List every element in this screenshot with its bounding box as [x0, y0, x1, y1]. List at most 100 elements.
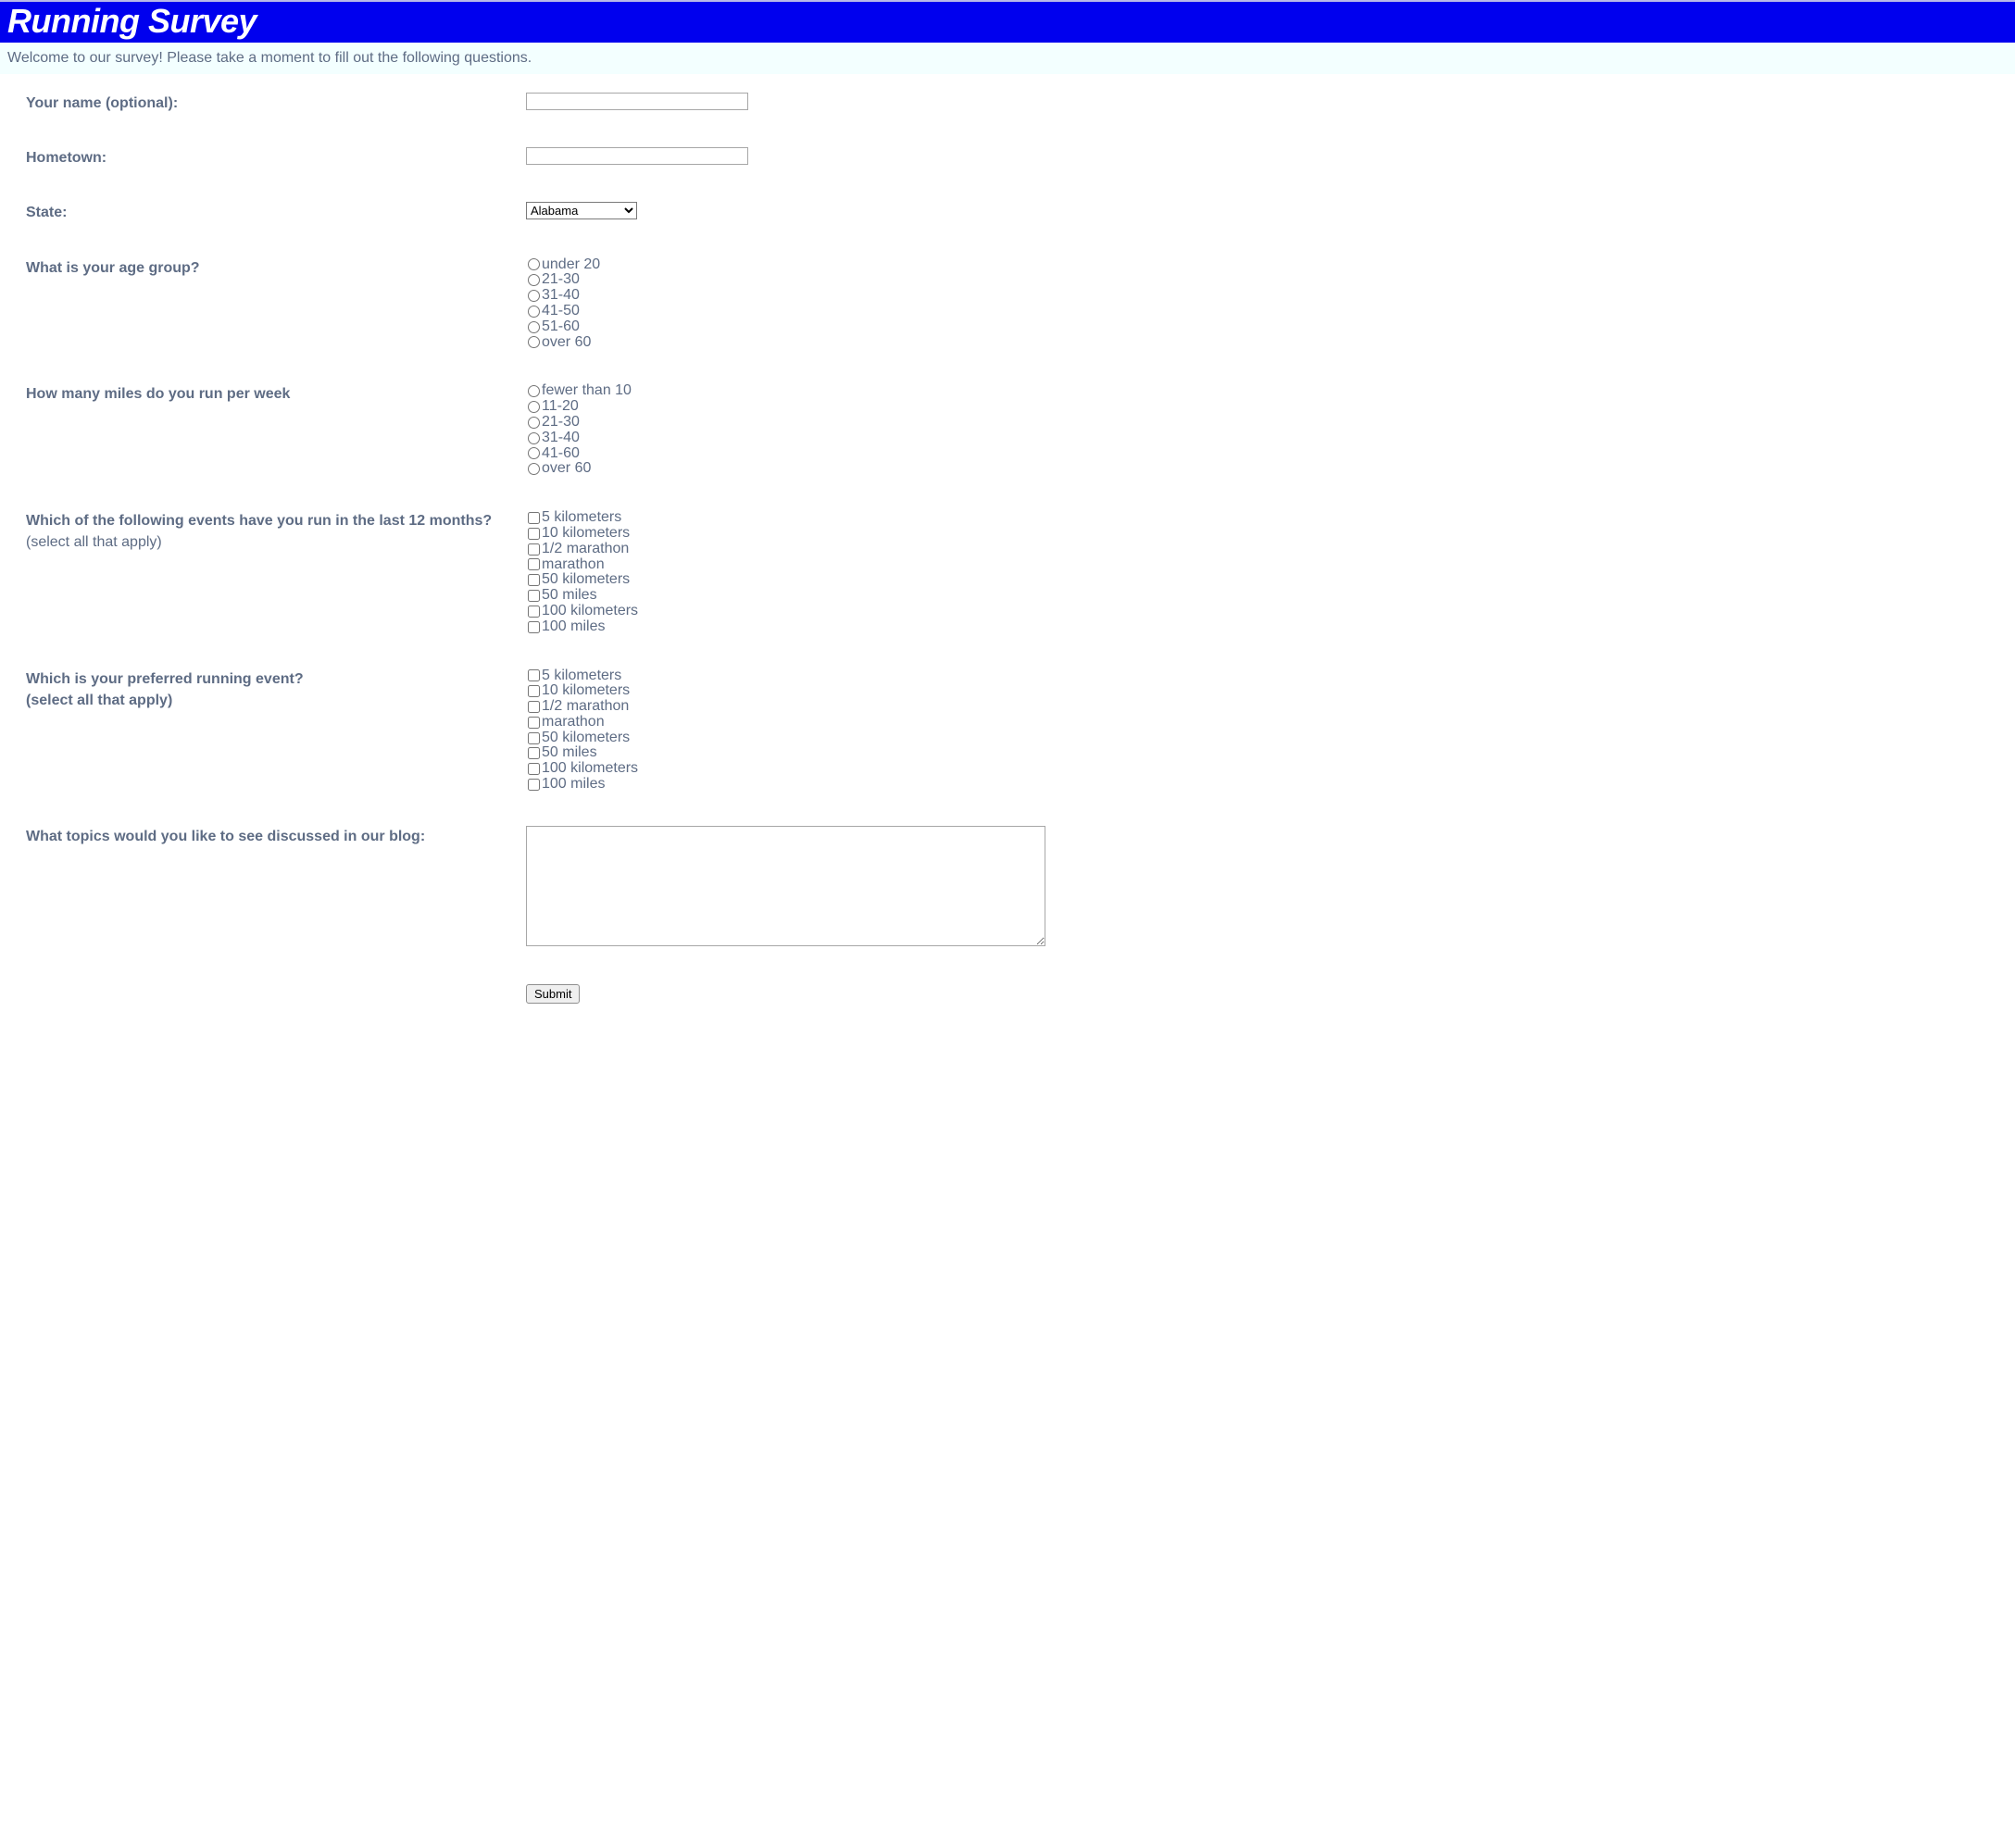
events-checkbox[interactable] — [528, 621, 540, 633]
preferred-options: 5 kilometers 10 kilometers 1/2 marathon … — [526, 668, 2006, 793]
age-radio[interactable] — [528, 274, 540, 286]
topics-label: What topics would you like to see discus… — [26, 826, 526, 847]
age-option[interactable]: under 20 — [526, 257, 2006, 273]
preferred-option-label: 50 kilometers — [542, 730, 630, 746]
age-radio[interactable] — [528, 290, 540, 302]
preferred-checkbox[interactable] — [528, 763, 540, 775]
preferred-option[interactable]: 100 miles — [526, 777, 2006, 793]
events-option-label: 50 kilometers — [542, 572, 630, 588]
preferred-option-label: 10 kilometers — [542, 683, 630, 699]
preferred-checkbox[interactable] — [528, 685, 540, 697]
row-submit: Submit — [26, 984, 2006, 1004]
miles-radio[interactable] — [528, 463, 540, 475]
events-option[interactable]: 50 miles — [526, 588, 2006, 604]
age-option-label: 21-30 — [542, 272, 580, 288]
name-input[interactable] — [526, 93, 748, 110]
age-radio[interactable] — [528, 336, 540, 348]
events-option[interactable]: 50 kilometers — [526, 572, 2006, 588]
age-radio[interactable] — [528, 321, 540, 333]
preferred-option-label: 50 miles — [542, 745, 597, 761]
preferred-checkbox[interactable] — [528, 747, 540, 759]
row-name: Your name (optional): — [26, 93, 2006, 114]
preferred-option[interactable]: marathon — [526, 715, 2006, 730]
events-label: Which of the following events have you r… — [26, 510, 526, 553]
events-checkbox[interactable] — [528, 574, 540, 586]
preferred-option[interactable]: 10 kilometers — [526, 683, 2006, 699]
miles-radio[interactable] — [528, 432, 540, 444]
preferred-option[interactable]: 50 miles — [526, 745, 2006, 761]
miles-option[interactable]: 21-30 — [526, 415, 2006, 431]
preferred-option[interactable]: 100 kilometers — [526, 761, 2006, 777]
preferred-checkbox[interactable] — [528, 701, 540, 713]
events-checkbox[interactable] — [528, 528, 540, 540]
events-checkbox[interactable] — [528, 558, 540, 570]
events-option[interactable]: 1/2 marathon — [526, 542, 2006, 557]
events-option-label: 5 kilometers — [542, 510, 621, 526]
state-label: State: — [26, 202, 526, 223]
events-option-label: 10 kilometers — [542, 526, 630, 542]
age-option-label: 41-50 — [542, 304, 580, 319]
state-select[interactable]: Alabama — [526, 202, 637, 219]
miles-radio[interactable] — [528, 385, 540, 397]
events-checkbox[interactable] — [528, 543, 540, 556]
preferred-option-label: 1/2 marathon — [542, 699, 629, 715]
miles-option-label: 31-40 — [542, 431, 580, 446]
miles-radio[interactable] — [528, 417, 540, 429]
events-option[interactable]: 5 kilometers — [526, 510, 2006, 526]
events-option-label: 100 miles — [542, 619, 605, 635]
row-events: Which of the following events have you r… — [26, 510, 2006, 634]
preferred-option[interactable]: 50 kilometers — [526, 730, 2006, 746]
events-options: 5 kilometers 10 kilometers 1/2 marathon … — [526, 510, 2006, 634]
age-option[interactable]: 41-50 — [526, 304, 2006, 319]
row-topics: What topics would you like to see discus… — [26, 826, 2006, 951]
miles-option[interactable]: fewer than 10 — [526, 383, 2006, 399]
age-option[interactable]: 21-30 — [526, 272, 2006, 288]
row-age: What is your age group? under 20 21-30 3… — [26, 257, 2006, 351]
miles-option[interactable]: over 60 — [526, 461, 2006, 477]
miles-option[interactable]: 41-60 — [526, 446, 2006, 462]
preferred-option-label: 100 miles — [542, 777, 605, 793]
events-checkbox[interactable] — [528, 606, 540, 618]
page-title: Running Survey — [7, 2, 2015, 41]
preferred-checkbox[interactable] — [528, 669, 540, 681]
miles-label: How many miles do you run per week — [26, 383, 526, 405]
hometown-input[interactable] — [526, 147, 748, 165]
row-miles: How many miles do you run per week fewer… — [26, 383, 2006, 477]
age-option[interactable]: 51-60 — [526, 319, 2006, 335]
preferred-option-label: 5 kilometers — [542, 668, 621, 684]
age-label: What is your age group? — [26, 257, 526, 279]
events-label-hint: (select all that apply) — [26, 534, 162, 550]
survey-form: Your name (optional): Hometown: State: A… — [0, 74, 2015, 1065]
preferred-option[interactable]: 5 kilometers — [526, 668, 2006, 684]
name-label: Your name (optional): — [26, 93, 526, 114]
age-option-label: 51-60 — [542, 319, 580, 335]
preferred-option-label: marathon — [542, 715, 605, 730]
events-option[interactable]: 10 kilometers — [526, 526, 2006, 542]
age-radio[interactable] — [528, 258, 540, 270]
miles-radio[interactable] — [528, 401, 540, 413]
age-option[interactable]: 31-40 — [526, 288, 2006, 304]
preferred-label-hint: (select all that apply) — [26, 693, 172, 708]
events-option[interactable]: 100 miles — [526, 619, 2006, 635]
preferred-option-label: 100 kilometers — [542, 761, 638, 777]
events-option[interactable]: 100 kilometers — [526, 604, 2006, 619]
events-checkbox[interactable] — [528, 590, 540, 602]
events-option-label: marathon — [542, 557, 605, 573]
miles-radio[interactable] — [528, 447, 540, 459]
topics-textarea[interactable] — [526, 826, 1045, 946]
miles-option[interactable]: 11-20 — [526, 399, 2006, 415]
preferred-checkbox[interactable] — [528, 779, 540, 791]
preferred-option[interactable]: 1/2 marathon — [526, 699, 2006, 715]
page-header: Running Survey — [0, 0, 2015, 43]
submit-button[interactable]: Submit — [526, 984, 580, 1004]
miles-option-label: 41-60 — [542, 446, 580, 462]
miles-option[interactable]: 31-40 — [526, 431, 2006, 446]
age-option[interactable]: over 60 — [526, 335, 2006, 351]
miles-options: fewer than 10 11-20 21-30 31-40 41-60 ov… — [526, 383, 2006, 477]
age-radio[interactable] — [528, 306, 540, 318]
events-checkbox[interactable] — [528, 512, 540, 524]
preferred-checkbox[interactable] — [528, 717, 540, 729]
events-option[interactable]: marathon — [526, 557, 2006, 573]
preferred-checkbox[interactable] — [528, 732, 540, 744]
miles-option-label: 11-20 — [542, 399, 579, 415]
